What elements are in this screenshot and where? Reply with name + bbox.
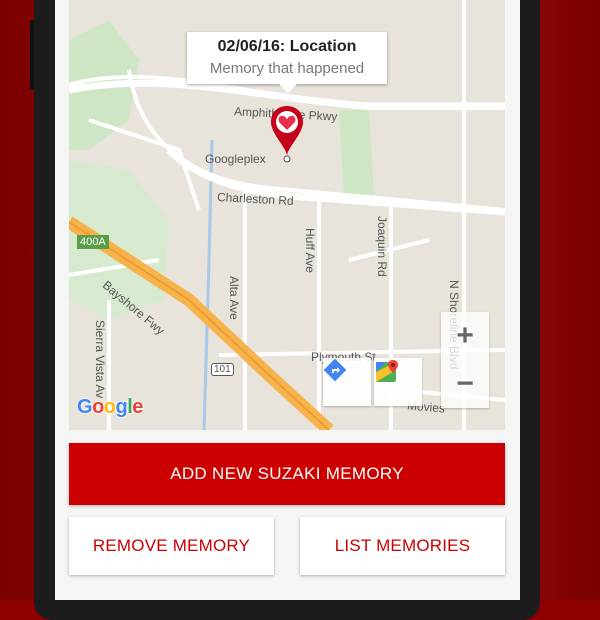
directions-icon [323,358,347,382]
info-subtitle: Memory that happened [209,60,365,77]
map-label-101: 101 [211,363,234,376]
phone-side-button [30,20,34,90]
directions-button[interactable] [323,358,371,406]
map-label-alta: Alta Ave [227,276,241,320]
zoom-out-button[interactable]: − [441,360,489,408]
remove-memory-button[interactable]: REMOVE MEMORY [69,517,274,575]
info-window[interactable]: 02/06/16: Location Memory that happened [187,32,387,93]
info-title: 02/06/16: Location [217,38,357,55]
map-label-joaquin: Joaquin Rd [375,216,389,277]
list-memories-button[interactable]: LIST MEMORIES [300,517,505,575]
map-label-400a: 400A [77,235,109,249]
add-memory-button[interactable]: ADD NEW SUZAKI MEMORY [69,443,505,505]
google-logo: Google [77,396,143,418]
map-view[interactable]: Amphitheatre Pkwy Googleplex Charleston … [69,0,505,430]
open-maps-button[interactable] [374,358,422,406]
map-label-huff: Huff Ave [303,228,317,273]
creek [202,139,214,430]
park-area [339,110,374,195]
app-screen: Amphitheatre Pkwy Googleplex Charleston … [55,0,520,600]
map-label-sierra: Sierra Vista Av [93,320,107,399]
zoom-controls: + − [441,312,489,408]
zoom-in-button[interactable]: + [441,312,489,360]
map-label-googleplex: Googleplex [205,152,266,166]
google-maps-icon [376,360,398,382]
heart-pin-icon[interactable] [269,104,305,164]
